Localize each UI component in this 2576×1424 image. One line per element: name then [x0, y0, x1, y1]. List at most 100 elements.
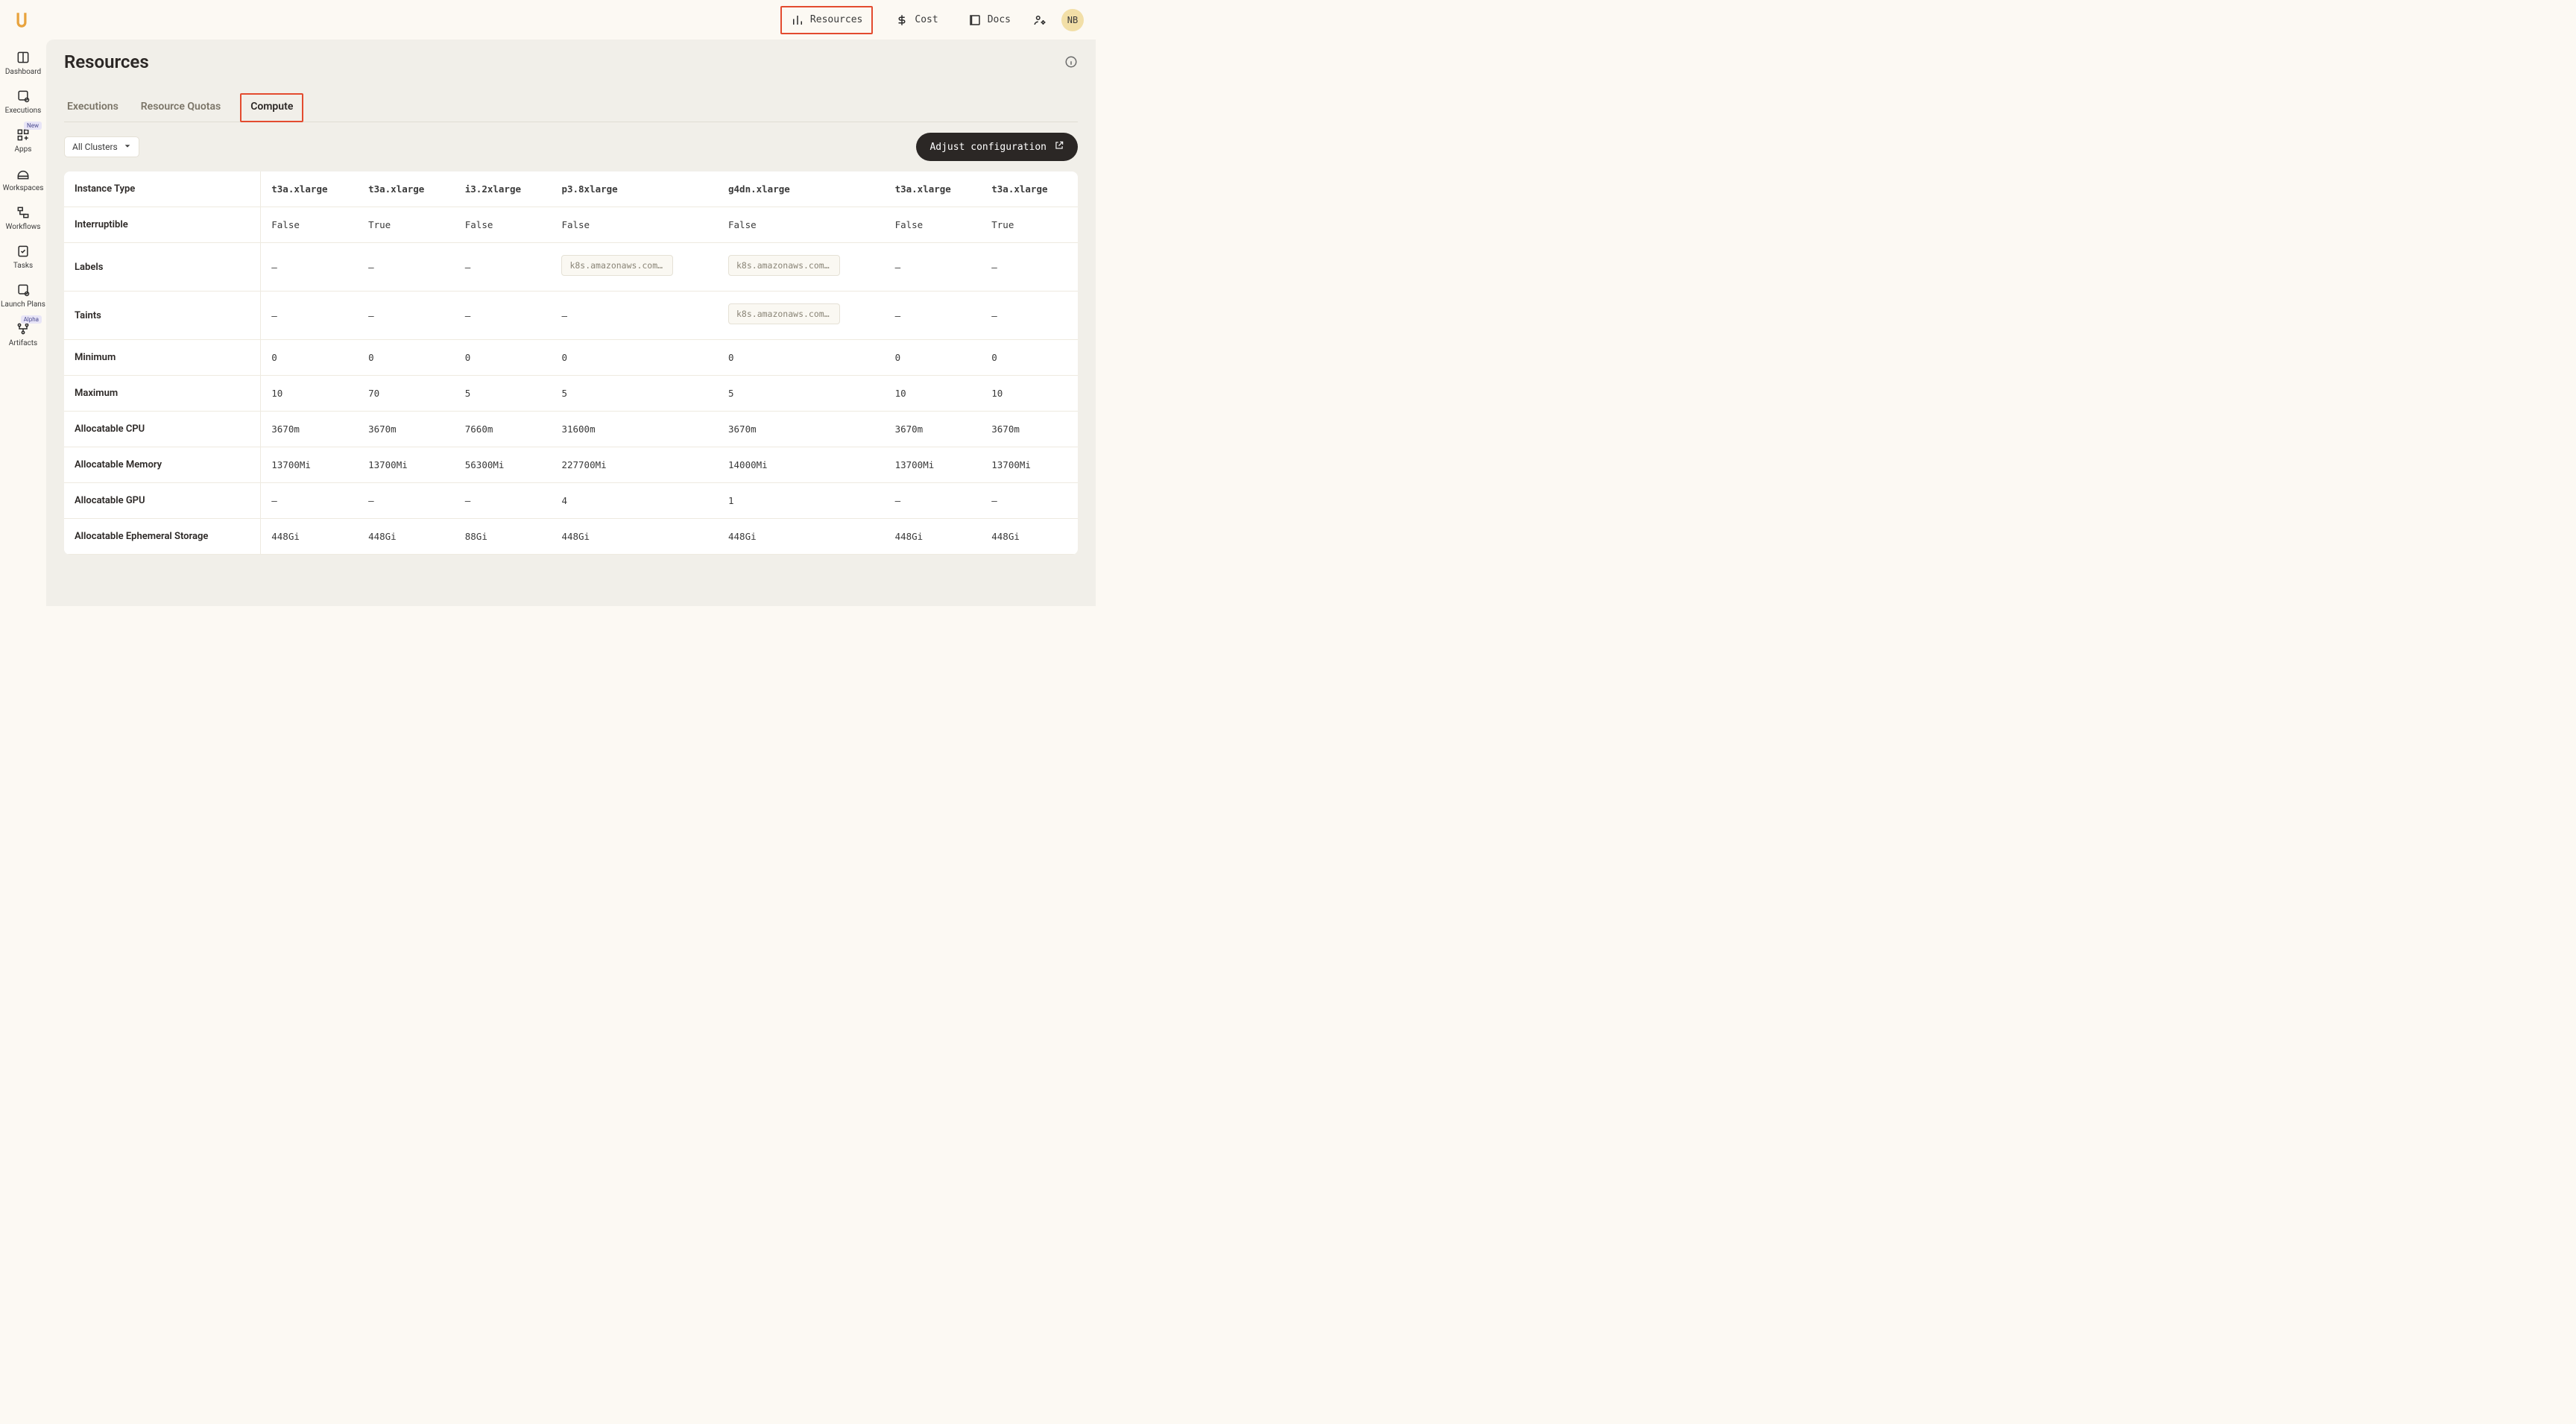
cell: —	[358, 483, 455, 519]
cell: 227700Mi	[551, 447, 718, 483]
topbar: Resources Cost Docs NB	[0, 0, 1096, 40]
col-header: g4dn.xlarge	[718, 171, 885, 207]
avatar[interactable]: NB	[1061, 9, 1084, 31]
cell: 0	[358, 340, 455, 376]
sidebar-item-workflows[interactable]: Workflows	[0, 205, 46, 232]
cell: True	[981, 207, 1078, 243]
cell: 10	[885, 376, 982, 412]
dollar-icon	[895, 13, 909, 27]
cell: 56300Mi	[455, 447, 552, 483]
cell: 0	[455, 340, 552, 376]
row-header-storage: Allocatable Ephemeral Storage	[64, 519, 261, 555]
cell: False	[261, 207, 358, 243]
cell: 70	[358, 376, 455, 412]
info-icon[interactable]	[1064, 55, 1078, 69]
sidebar-item-tasks[interactable]: Tasks	[0, 244, 46, 271]
alpha-badge: Alpha	[21, 315, 42, 324]
table-row: Allocatable Memory13700Mi13700Mi56300Mi2…	[64, 447, 1078, 483]
user-settings-icon[interactable]	[1033, 13, 1046, 27]
cell: —	[261, 292, 358, 340]
nav-resources-label: Resources	[810, 14, 862, 25]
new-badge: New	[24, 122, 42, 130]
col-header: p3.8xlarge	[551, 171, 718, 207]
cell: 3670m	[885, 412, 982, 447]
cell: 10	[981, 376, 1078, 412]
cell: 3670m	[718, 412, 885, 447]
tab-compute[interactable]: Compute	[240, 93, 303, 122]
cluster-filter-select[interactable]: All Clusters	[64, 136, 139, 157]
cell: k8s.amazonaws.com/a…	[551, 243, 718, 292]
executions-icon	[16, 89, 31, 104]
table-row: Allocatable Ephemeral Storage448Gi448Gi8…	[64, 519, 1078, 555]
adjust-configuration-label: Adjust configuration	[929, 142, 1046, 153]
sidebar-label: Workspaces	[3, 184, 44, 193]
tab-resource-quotas[interactable]: Resource Quotas	[138, 93, 224, 122]
labels-chip[interactable]: k8s.amazonaws.com/a…	[728, 255, 840, 276]
table-row: Allocatable GPU———41——	[64, 483, 1078, 519]
cell: —	[885, 292, 982, 340]
table-row: Minimum0000000	[64, 340, 1078, 376]
sidebar-item-launch-plans[interactable]: Launch Plans	[0, 283, 46, 309]
cell: 3670m	[261, 412, 358, 447]
sidebar-label: Tasks	[13, 262, 33, 271]
cell: —	[981, 292, 1078, 340]
sidebar-item-artifacts[interactable]: Alpha Artifacts	[0, 321, 46, 348]
cell: k8s.amazonaws.com/a…	[718, 292, 885, 340]
labels-chip[interactable]: k8s.amazonaws.com/a…	[561, 255, 673, 276]
row-header-interruptible: Interruptible	[64, 207, 261, 243]
sidebar-item-workspaces[interactable]: Workspaces	[0, 166, 46, 193]
sidebar-item-executions[interactable]: Executions	[0, 89, 46, 116]
cell: —	[358, 292, 455, 340]
cell: 0	[885, 340, 982, 376]
cell: 5	[455, 376, 552, 412]
cell: 1	[718, 483, 885, 519]
cell: 31600m	[551, 412, 718, 447]
row-header-gpu: Allocatable GPU	[64, 483, 261, 519]
sidebar-label: Executions	[5, 107, 42, 116]
sidebar-label: Apps	[15, 145, 32, 154]
cell: 0	[261, 340, 358, 376]
cell: 448Gi	[718, 519, 885, 555]
cell: —	[885, 243, 982, 292]
cell: k8s.amazonaws.com/a…	[718, 243, 885, 292]
page-title: Resources	[64, 51, 149, 72]
taints-chip[interactable]: k8s.amazonaws.com/a…	[728, 303, 840, 324]
cell: —	[261, 483, 358, 519]
cell: —	[455, 243, 552, 292]
cell: 448Gi	[551, 519, 718, 555]
cell: False	[551, 207, 718, 243]
sidebar-item-dashboard[interactable]: Dashboard	[0, 50, 46, 77]
cell: —	[981, 483, 1078, 519]
avatar-initials: NB	[1067, 15, 1078, 25]
table-row: Labels———k8s.amazonaws.com/a…k8s.amazona…	[64, 243, 1078, 292]
adjust-configuration-button[interactable]: Adjust configuration	[916, 133, 1078, 161]
brand-logo[interactable]	[12, 10, 31, 30]
nav-docs[interactable]: Docs	[961, 9, 1018, 31]
table-row: Maximum10705551010	[64, 376, 1078, 412]
nav-cost[interactable]: Cost	[888, 9, 945, 31]
nav-docs-label: Docs	[988, 14, 1011, 25]
row-header-memory: Allocatable Memory	[64, 447, 261, 483]
cell: 0	[718, 340, 885, 376]
tasks-icon	[16, 244, 31, 259]
table-row: Taints————k8s.amazonaws.com/a…——	[64, 292, 1078, 340]
nav-resources[interactable]: Resources	[780, 6, 873, 34]
cell: —	[885, 483, 982, 519]
external-link-icon	[1054, 140, 1064, 154]
cell: False	[718, 207, 885, 243]
chevron-down-icon	[124, 142, 131, 152]
row-header-cpu: Allocatable CPU	[64, 412, 261, 447]
tab-executions[interactable]: Executions	[64, 93, 121, 122]
cell: 0	[551, 340, 718, 376]
cell: False	[885, 207, 982, 243]
docs-icon	[968, 13, 982, 27]
artifacts-icon	[16, 321, 31, 336]
sidebar-item-apps[interactable]: New Apps	[0, 127, 46, 154]
cell: 5	[551, 376, 718, 412]
cell: 448Gi	[981, 519, 1078, 555]
sidebar-label: Workflows	[6, 223, 41, 232]
sidebar-label: Artifacts	[9, 339, 37, 348]
cell: False	[455, 207, 552, 243]
workspaces-icon	[16, 166, 31, 181]
cell: 13700Mi	[358, 447, 455, 483]
